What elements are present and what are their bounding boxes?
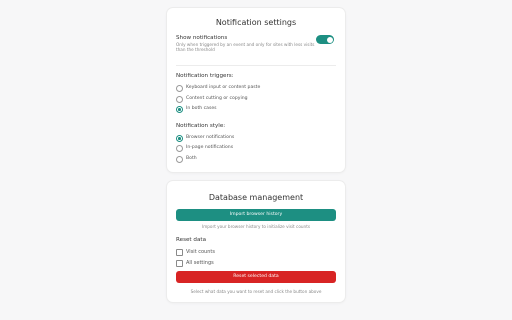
database-management-title: Database management xyxy=(208,193,304,202)
style-option-browser[interactable]: Browser notifications xyxy=(186,135,234,140)
database-management-card: Database management Import browser histo… xyxy=(167,181,345,302)
style-radio-browser[interactable] xyxy=(176,135,183,142)
trigger-option-cutting[interactable]: Content cutting or copying xyxy=(186,96,248,101)
visit-counts-label[interactable]: Visit counts xyxy=(186,249,215,255)
style-option-in-page[interactable]: In-page notifications xyxy=(186,145,233,150)
all-settings-label[interactable]: All settings xyxy=(186,260,214,266)
reset-data-label: Reset data xyxy=(176,237,207,243)
trigger-radio-cutting[interactable] xyxy=(176,96,183,103)
trigger-radio-keyboard[interactable] xyxy=(176,85,183,92)
notification-settings-card: Notification settings Show notifications… xyxy=(167,8,345,172)
reset-hint: Select what data you want to reset and c… xyxy=(190,289,322,294)
style-radio-in-page[interactable] xyxy=(176,145,183,152)
trigger-radio-both[interactable] xyxy=(176,106,183,113)
show-notifications-label: Show notifications xyxy=(176,35,228,41)
toggle-knob xyxy=(326,36,333,43)
all-settings-checkbox[interactable] xyxy=(176,260,183,267)
import-hint: Import your browser history to initializ… xyxy=(201,224,311,229)
divider xyxy=(176,65,336,66)
notification-settings-title: Notification settings xyxy=(215,18,297,27)
trigger-option-both[interactable]: In both cases xyxy=(186,106,217,111)
import-browser-history-button[interactable]: Import browser history xyxy=(176,209,336,221)
notification-style-label: Notification style: xyxy=(176,123,226,129)
notification-triggers-label: Notification triggers: xyxy=(176,73,234,79)
style-radio-both[interactable] xyxy=(176,156,183,163)
trigger-option-keyboard[interactable]: Keyboard input or content paste xyxy=(186,85,260,90)
show-notifications-description: Only when triggered by an event and only… xyxy=(176,42,315,53)
reset-selected-data-button[interactable]: Reset selected data xyxy=(176,271,336,283)
show-notifications-toggle[interactable] xyxy=(316,35,334,44)
visit-counts-checkbox[interactable] xyxy=(176,249,183,256)
style-option-both[interactable]: Both xyxy=(186,156,197,161)
